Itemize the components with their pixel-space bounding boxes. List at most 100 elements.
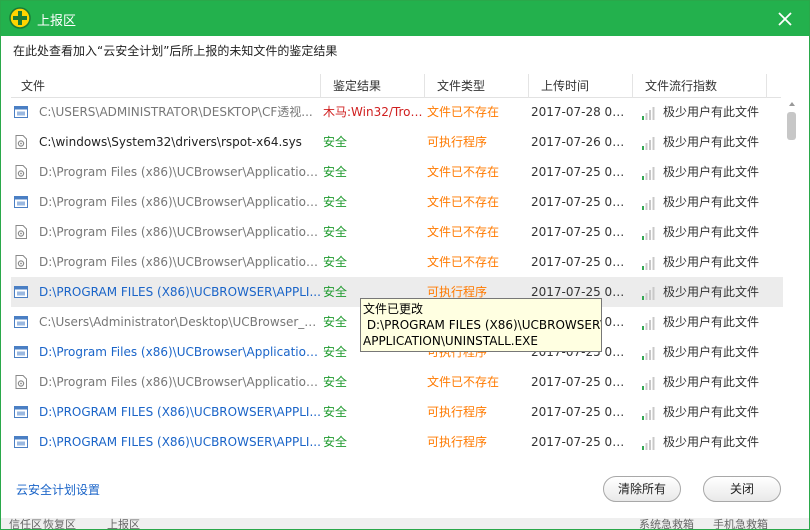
table-row[interactable]: D:\Program Files (x86)\UCBrowser\Applica… xyxy=(11,247,783,277)
scroll-up-icon[interactable] xyxy=(788,100,796,108)
clear-all-button[interactable]: 清除所有 xyxy=(603,476,681,502)
background-tab-restore: 恢复区 xyxy=(43,518,76,530)
row-file-type: 文件已不存在 xyxy=(427,195,500,209)
window-title: 上报区 xyxy=(37,14,77,29)
row-upload-time: 2017-07-25 09:... xyxy=(531,225,631,239)
row-file-type: 可执行程序 xyxy=(427,435,488,449)
table-row[interactable]: D:\Program Files (x86)\UCBrowser\Applica… xyxy=(11,367,783,397)
column-header-result[interactable]: 鉴定结果 xyxy=(323,74,425,98)
popularity-bars-icon xyxy=(642,377,655,390)
window-file-icon xyxy=(14,316,28,328)
popularity-bars-icon xyxy=(642,437,655,450)
background-tab-report: 上报区 xyxy=(107,518,140,530)
popularity-bars-icon xyxy=(642,407,655,420)
row-popularity: 极少用户有此文件 xyxy=(663,285,760,299)
scrollbar-thumb[interactable] xyxy=(787,112,796,140)
row-popularity: 极少用户有此文件 xyxy=(663,225,760,239)
row-file-type: 文件已不存在 xyxy=(427,165,500,179)
table-row[interactable]: D:\PROGRAM FILES (X86)\UCBROWSER\APPLI..… xyxy=(11,397,783,427)
row-popularity: 极少用户有此文件 xyxy=(663,135,760,149)
table-row[interactable]: D:\Program Files (x86)\UCBrowser\Applica… xyxy=(11,157,783,187)
row-popularity: 极少用户有此文件 xyxy=(663,195,760,209)
close-icon[interactable] xyxy=(775,9,795,29)
row-upload-time: 2017-07-28 07:... xyxy=(531,105,631,119)
row-file-path: C:\Users\Administrator\Desktop\UCBrowser… xyxy=(39,315,321,329)
column-header-file[interactable]: 文件 xyxy=(11,74,321,98)
row-popularity: 极少用户有此文件 xyxy=(663,315,760,329)
window-file-icon xyxy=(14,106,28,118)
title-bar[interactable]: 上报区 xyxy=(1,1,809,36)
row-file-type: 文件已不存在 xyxy=(427,375,500,389)
row-file-type: 文件已不存在 xyxy=(427,105,500,119)
row-file-type: 文件已不存在 xyxy=(427,255,500,269)
popularity-bars-icon xyxy=(642,317,655,330)
popularity-bars-icon xyxy=(642,107,655,120)
row-file-path: D:\PROGRAM FILES (X86)\UCBROWSER\APPLI..… xyxy=(39,285,321,299)
row-upload-time: 2017-07-25 09:... xyxy=(531,405,631,419)
popularity-bars-icon xyxy=(642,287,655,300)
row-upload-time: 2017-07-25 09:... xyxy=(531,255,631,269)
row-file-path: D:\Program Files (x86)\UCBrowser\Applica… xyxy=(39,165,321,179)
row-file-type: 可执行程序 xyxy=(427,405,488,419)
gear-file-icon xyxy=(15,225,27,239)
row-result: 安全 xyxy=(323,225,348,239)
row-result: 安全 xyxy=(323,135,348,149)
report-table-body: C:\USERS\ADMINISTRATOR\DESKTOP\CF透视... 木马… xyxy=(11,97,783,457)
report-dialog: 上报区 在此处查看加入“云安全计划”后所上报的未知文件的鉴定结果 文件 鉴定结果… xyxy=(0,0,810,530)
row-upload-time: 2017-07-26 09:... xyxy=(531,135,631,149)
popularity-bars-icon xyxy=(642,167,655,180)
row-result: 安全 xyxy=(323,165,348,179)
row-file-path: C:\USERS\ADMINISTRATOR\DESKTOP\CF透视... xyxy=(39,105,313,119)
popularity-bars-icon xyxy=(642,257,655,270)
column-header-upload-time[interactable]: 上传时间 xyxy=(531,74,633,98)
row-result: 安全 xyxy=(323,195,348,209)
popularity-bars-icon xyxy=(642,347,655,360)
row-result: 安全 xyxy=(323,405,348,419)
row-file-path: D:\PROGRAM FILES (X86)\UCBROWSER\APPLI..… xyxy=(39,435,321,449)
row-result: 安全 xyxy=(323,375,348,389)
column-header-type[interactable]: 文件类型 xyxy=(427,74,529,98)
close-button[interactable]: 关闭 xyxy=(703,476,781,502)
cloud-security-settings-link[interactable]: 云安全计划设置 xyxy=(16,481,100,498)
row-upload-time: 2017-07-25 09:... xyxy=(531,375,631,389)
row-file-path: D:\Program Files (x86)\UCBrowser\Applica… xyxy=(39,225,321,239)
popularity-bars-icon xyxy=(642,137,655,150)
popularity-bars-icon xyxy=(642,197,655,210)
vertical-scrollbar[interactable] xyxy=(785,98,799,458)
row-upload-time: 2017-07-25 09:... xyxy=(531,195,631,209)
row-result: 木马:Win32/Troj... xyxy=(323,105,423,119)
window-file-icon xyxy=(14,286,28,298)
gear-file-icon xyxy=(15,165,27,179)
row-file-type: 可执行程序 xyxy=(427,135,488,149)
column-header-popularity[interactable]: 文件流行指数 xyxy=(635,74,767,98)
window-file-icon xyxy=(14,436,28,448)
background-tab-system-rescue: 系统急救箱 xyxy=(639,518,694,530)
app-logo-icon xyxy=(9,7,31,29)
row-file-path: D:\PROGRAM FILES (X86)\UCBROWSER\APPLI..… xyxy=(39,405,321,419)
file-path-tooltip: 文件已更改 D:\PROGRAM FILES (X86)\UCBROWSER\ … xyxy=(360,298,602,352)
row-popularity: 极少用户有此文件 xyxy=(663,405,760,419)
row-file-path: D:\Program Files (x86)\UCBrowser\Applica… xyxy=(39,345,321,359)
row-popularity: 极少用户有此文件 xyxy=(663,165,760,179)
row-file-path: D:\Program Files (x86)\UCBrowser\Applica… xyxy=(39,255,321,269)
window-file-icon xyxy=(14,196,28,208)
table-row[interactable]: C:\windows\System32\drivers\rspot-x64.sy… xyxy=(11,127,783,157)
table-row[interactable]: D:\PROGRAM FILES (X86)\UCBROWSER\APPLI..… xyxy=(11,427,783,457)
gear-file-icon xyxy=(15,255,27,269)
row-popularity: 极少用户有此文件 xyxy=(663,345,760,359)
row-result: 安全 xyxy=(323,435,348,449)
row-file-path: C:\windows\System32\drivers\rspot-x64.sy… xyxy=(39,135,302,149)
row-result: 安全 xyxy=(323,255,348,269)
row-popularity: 极少用户有此文件 xyxy=(663,435,760,449)
table-row[interactable]: D:\Program Files (x86)\UCBrowser\Applica… xyxy=(11,217,783,247)
row-popularity: 极少用户有此文件 xyxy=(663,255,760,269)
background-tab-phone-rescue: 手机急救箱 xyxy=(713,518,768,530)
window-file-icon xyxy=(14,406,28,418)
row-popularity: 极少用户有此文件 xyxy=(663,375,760,389)
table-row[interactable]: C:\USERS\ADMINISTRATOR\DESKTOP\CF透视... 木马… xyxy=(11,97,783,127)
window-file-icon xyxy=(14,346,28,358)
row-upload-time: 2017-07-25 09:... xyxy=(531,435,631,449)
table-row[interactable]: D:\Program Files (x86)\UCBrowser\Applica… xyxy=(11,187,783,217)
row-popularity: 极少用户有此文件 xyxy=(663,105,760,119)
row-file-path: D:\Program Files (x86)\UCBrowser\Applica… xyxy=(39,375,321,389)
